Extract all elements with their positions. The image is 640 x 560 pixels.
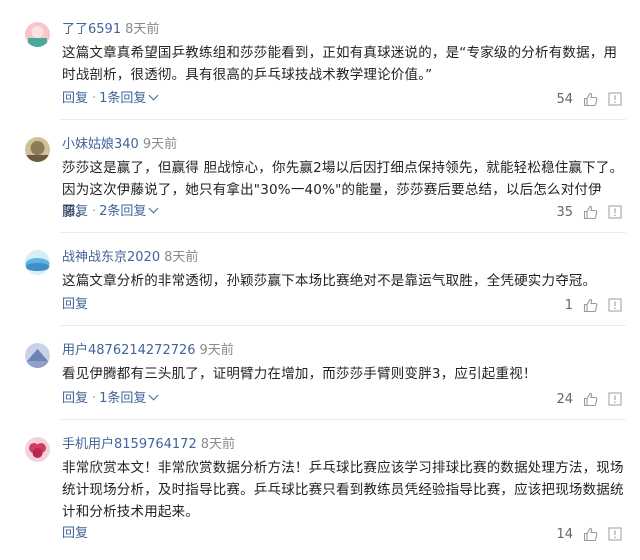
reply-count: 1条回复 xyxy=(99,391,147,406)
separator-dot: · xyxy=(92,91,97,106)
chevron-down-icon xyxy=(148,90,159,101)
comment-meta: 用户4876214272726 9天前 xyxy=(62,343,234,359)
reply-count: 1条回复 xyxy=(99,91,147,106)
username[interactable]: 用户4876214272726 xyxy=(62,343,196,358)
timestamp: 9天前 xyxy=(142,137,178,152)
like-count: 14 xyxy=(556,526,573,542)
report-icon[interactable] xyxy=(608,92,622,106)
like-count: 54 xyxy=(556,91,573,107)
comment-actions: 回复 xyxy=(62,297,88,313)
avatar[interactable] xyxy=(25,22,50,47)
separator-dot: · xyxy=(92,391,97,406)
thumbs-up-icon[interactable] xyxy=(583,392,598,407)
replies-toggle[interactable]: 1条回复 xyxy=(99,90,159,106)
reply-count: 2条回复 xyxy=(99,204,147,219)
thumbs-up-icon[interactable] xyxy=(583,205,598,220)
comment-tools: 54 xyxy=(556,90,622,108)
avatar[interactable] xyxy=(25,343,50,368)
reply-button[interactable]: 回复 xyxy=(62,526,88,541)
avatar[interactable] xyxy=(25,437,50,462)
report-icon[interactable] xyxy=(608,205,622,219)
timestamp: 8天前 xyxy=(200,437,235,452)
comment-tools: 1 xyxy=(565,296,622,314)
comment-meta: 了了6591 8天前 xyxy=(62,22,159,38)
comment-actions: 回复 · 1条回复 xyxy=(62,90,159,107)
thumbs-up-icon[interactable] xyxy=(583,92,598,107)
thumbs-up-icon[interactable] xyxy=(583,298,598,313)
comment-meta: 战神战东京2020 8天前 xyxy=(62,250,198,266)
reply-button[interactable]: 回复 xyxy=(62,391,88,406)
reply-button[interactable]: 回复 xyxy=(62,91,88,106)
timestamp: 9天前 xyxy=(199,343,234,358)
username[interactable]: 了了6591 xyxy=(62,22,121,37)
comment-tools: 24 xyxy=(556,390,622,408)
comment-tools: 14 xyxy=(556,525,622,543)
reply-button[interactable]: 回复 xyxy=(62,204,88,219)
comment-actions: 回复 · 1条回复 xyxy=(62,390,159,407)
avatar[interactable] xyxy=(25,137,50,162)
divider xyxy=(60,232,626,233)
comment-meta: 小妹姑娘340 9天前 xyxy=(62,137,177,153)
avatar[interactable] xyxy=(25,250,50,275)
like-count: 35 xyxy=(556,204,573,220)
comment-actions: 回复 xyxy=(62,526,88,542)
divider xyxy=(60,419,626,420)
comment-tools: 35 xyxy=(556,203,622,221)
username[interactable]: 手机用户8159764172 xyxy=(62,437,197,452)
username[interactable]: 战神战东京2020 xyxy=(62,250,160,265)
thumbs-up-icon[interactable] xyxy=(583,527,598,542)
report-icon[interactable] xyxy=(608,527,622,541)
separator-dot: · xyxy=(92,204,97,219)
timestamp: 8天前 xyxy=(164,250,199,265)
username[interactable]: 小妹姑娘340 xyxy=(62,137,139,152)
comment-text: 非常欣赏本文！非常欣赏数据分析方法！乒乓球比赛应该学习排球比赛的数据处理方法，现… xyxy=(62,460,624,520)
like-count: 24 xyxy=(556,391,573,407)
chevron-down-icon xyxy=(148,203,159,214)
timestamp: 8天前 xyxy=(125,22,160,37)
chevron-down-icon xyxy=(148,390,159,401)
divider xyxy=(60,325,626,326)
comment-text: 这篇文章分析的非常透彻，孙颖莎赢下本场比赛绝对不是靠运气取胜，全凭硬实力夺冠。 xyxy=(62,273,597,289)
comment-actions: 回复 · 2条回复 xyxy=(62,203,159,220)
replies-toggle[interactable]: 2条回复 xyxy=(99,203,159,219)
report-icon[interactable] xyxy=(608,298,622,312)
reply-button[interactable]: 回复 xyxy=(62,297,88,312)
comment-text: 看见伊腾都有三头肌了，证明臂力在增加，而莎莎手臂则变胖3，应引起重视！ xyxy=(62,366,537,382)
report-icon[interactable] xyxy=(608,392,622,406)
comment-meta: 手机用户8159764172 8天前 xyxy=(62,437,235,453)
comment-text: 这篇文章真希望国乒教练组和莎莎能看到，正如有真球迷说的，是“专家级的分析有数据，… xyxy=(62,45,618,83)
divider xyxy=(60,119,626,120)
replies-toggle[interactable]: 1条回复 xyxy=(99,390,159,406)
like-count: 1 xyxy=(564,297,573,313)
